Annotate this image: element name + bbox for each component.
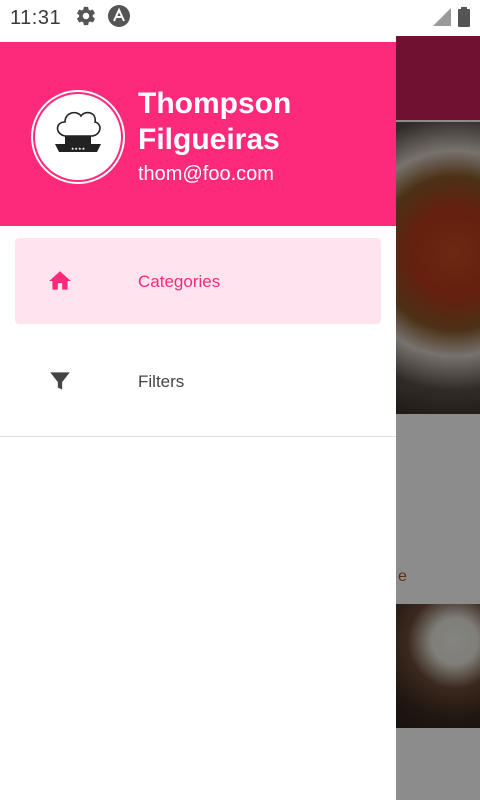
user-email: thom@foo.com [138,163,274,185]
app-logo-icon [107,4,131,33]
gear-icon [75,5,97,32]
chef-hat-icon: ★★★★ [45,102,111,173]
drawer-item-categories[interactable]: Categories [15,238,381,324]
signal-icon [432,7,452,32]
home-icon [47,268,73,294]
navigation-drawer: ★★★★ Thompson Filgueiras thom@foo.com Ca… [0,42,396,800]
user-name: Thompson Filgueiras [138,87,292,156]
drawer-scrim[interactable] [396,36,480,800]
status-icons-right [432,7,470,32]
status-icons-left [75,4,131,33]
avatar: ★★★★ [33,92,123,182]
battery-icon [458,7,470,32]
filter-icon [47,368,73,394]
status-bar: 11:31 [0,0,480,36]
svg-text:★★★★: ★★★★ [71,146,86,151]
status-time: 11:31 [10,6,62,29]
drawer-item-label: Filters [138,372,185,391]
drawer-divider [0,436,396,437]
drawer-item-filters[interactable]: Filters [15,338,381,424]
drawer-header: ★★★★ Thompson Filgueiras thom@foo.com [0,42,396,226]
drawer-item-label: Categories [138,272,221,291]
